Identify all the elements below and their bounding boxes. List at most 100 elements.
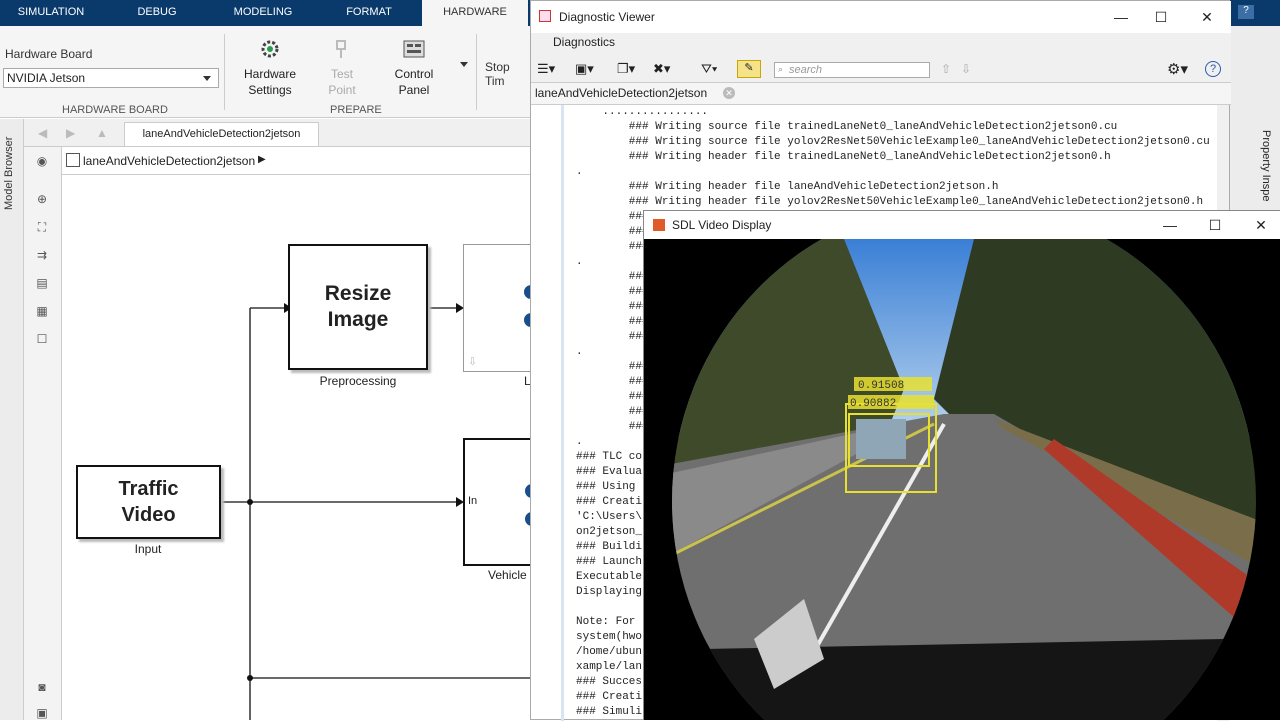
maximize-icon[interactable]: ☐: [1151, 1, 1171, 33]
traffic-block-label-1: Traffic: [118, 478, 179, 500]
maximize-icon[interactable]: ☐: [1205, 211, 1225, 239]
sdl-title: SDL Video Display: [672, 218, 772, 232]
hardware-board-group-label: HARDWARE BOARD: [62, 104, 168, 116]
video-frame: 0.91508 0.90882: [644, 239, 1280, 720]
search-icon: ⌕: [778, 64, 784, 74]
tab-diagnostics[interactable]: Diagnostics: [553, 35, 615, 49]
search-input[interactable]: search: [774, 62, 930, 78]
document-tab-label: laneAndVehicleDetection2jetson: [535, 86, 708, 100]
ribbon: Hardware Board NVIDIA Jetson HARDWARE BO…: [0, 26, 530, 118]
annotation-icon[interactable]: ▤: [34, 275, 50, 291]
sdl-video-window: SDL Video Display — ☐ ✕ 0.91508 0.90882: [643, 210, 1280, 720]
tab-simulation[interactable]: SIMULATION: [0, 0, 102, 26]
test-point-icon: [336, 40, 346, 58]
test-point-button[interactable]: Test Point: [312, 38, 372, 98]
resize-block-label-1: Resize: [324, 282, 392, 305]
tab-format[interactable]: FORMAT: [316, 0, 422, 26]
chevron-down-icon: [203, 76, 211, 81]
minimize-icon[interactable]: —: [1111, 1, 1131, 33]
test-point-label-2: Point: [328, 83, 356, 97]
breadcrumb-label: laneAndVehicleDetection2jetson: [83, 154, 256, 168]
hide-show-icon[interactable]: ◉: [34, 153, 50, 169]
tab-modeling[interactable]: MODELING: [210, 0, 316, 26]
signal-arrow-icon[interactable]: ⇉: [34, 247, 50, 263]
stop-time-label: Stop Tim: [485, 60, 510, 88]
detection-score-2: 0.90882: [850, 398, 896, 410]
copy-icon[interactable]: ❐▾: [617, 61, 635, 77]
traffic-block-label-2: Video: [121, 504, 176, 526]
diagnostic-title-bar: Diagnostic Viewer — ☐ ✕: [531, 1, 1231, 33]
model-tab[interactable]: laneAndVehicleDetection2jetson: [124, 122, 319, 146]
highlight-icon[interactable]: ✎: [737, 60, 761, 78]
input-caption: Input: [134, 542, 162, 556]
vehicle-in-port: In: [468, 495, 478, 507]
area-icon[interactable]: ☐: [34, 331, 50, 347]
previous-icon[interactable]: ⇧: [941, 62, 951, 76]
control-panel-label-1: Control: [394, 67, 434, 81]
sdl-title-bar: SDL Video Display — ☐ ✕: [644, 211, 1280, 239]
tab-debug[interactable]: DEBUG: [104, 0, 210, 26]
image-icon[interactable]: ▦: [34, 303, 50, 319]
hardware-settings-button[interactable]: Hardware Settings: [236, 38, 304, 98]
vehicle-block-caption: Vehicle: [488, 568, 527, 582]
prepare-group-label: PREPARE: [330, 104, 382, 116]
control-panel-label-2: Panel: [398, 83, 430, 97]
gear-icon: [261, 40, 279, 58]
filter-icon[interactable]: ⛛▾: [701, 61, 717, 77]
hardware-board-value: NVIDIA Jetson: [7, 71, 86, 85]
tool-palette: ◉ ⊕ ⛶ ⇉ ▤ ▦ ☐ ◙ ▣: [24, 147, 62, 720]
hardware-settings-label-2: Settings: [248, 83, 292, 97]
divider: [476, 34, 477, 110]
close-icon[interactable]: ✕: [1197, 1, 1217, 33]
zoom-icon[interactable]: ⊕: [34, 191, 50, 207]
down-arrow-icon: ⇩: [468, 356, 478, 368]
hardware-board-select[interactable]: NVIDIA Jetson: [3, 68, 219, 88]
close-tab-icon[interactable]: ✕: [723, 87, 735, 99]
forward-arrow-icon[interactable]: ▶: [66, 126, 75, 140]
minimize-icon[interactable]: —: [1160, 211, 1180, 239]
control-panel-button[interactable]: Control Panel: [382, 38, 446, 98]
diagnostic-title: Diagnostic Viewer: [559, 10, 655, 24]
model-navbar: ◀ ▶ ▲ laneAndVehicleDetection2jetson: [24, 119, 530, 147]
sdl-app-icon: [653, 219, 665, 231]
chevron-right-icon[interactable]: ▶: [258, 154, 266, 165]
model-browser-toggle[interactable]: Model Browser: [3, 130, 21, 210]
hardware-settings-label-1: Hardware: [243, 67, 297, 81]
diagnostic-tabbar: Diagnostics: [531, 33, 1231, 55]
expand-list-icon[interactable]: ☰▾: [537, 61, 555, 77]
help-icon[interactable]: ?: [1238, 5, 1254, 19]
tab-hardware[interactable]: HARDWARE: [422, 0, 528, 26]
hardware-board-label: Hardware Board: [5, 47, 93, 61]
property-inspector-strip: ? Property Inspe: [1230, 0, 1280, 210]
model-canvas[interactable]: Resize Image Preprocessing Traffic Video I…: [62, 176, 530, 720]
lane-detection-block[interactable]: ⇩: [463, 244, 530, 372]
help-icon[interactable]: ?: [1205, 61, 1221, 77]
property-inspector-toggle[interactable]: Property Inspe: [1256, 130, 1272, 210]
up-arrow-icon[interactable]: ▲: [96, 126, 108, 140]
diagnostic-document-tab[interactable]: laneAndVehicleDetection2jetson ✕: [531, 83, 1231, 105]
control-panel-icon: [403, 40, 425, 58]
divider: [224, 34, 225, 110]
camera-icon[interactable]: ◙: [34, 679, 50, 695]
save-icon[interactable]: ▣▾: [575, 61, 594, 77]
traffic-video-block[interactable]: Traffic Video: [76, 465, 221, 539]
resize-image-block[interactable]: Resize Image: [288, 244, 428, 370]
back-arrow-icon[interactable]: ◀: [38, 126, 47, 140]
breadcrumb[interactable]: laneAndVehicleDetection2jetson ▶: [62, 147, 530, 175]
detection-score-1: 0.91508: [858, 380, 904, 392]
test-point-label-1: Test: [330, 67, 353, 81]
diagnostic-app-icon: [539, 10, 551, 22]
clear-icon[interactable]: ✖▾: [653, 61, 670, 77]
next-icon[interactable]: ⇩: [961, 62, 971, 76]
explorer-bar-icon[interactable]: ▣: [34, 705, 50, 721]
fit-view-icon[interactable]: ⛶: [34, 219, 50, 235]
preprocessing-caption: Preprocessing: [319, 374, 397, 388]
diagnostic-toolbar: ☰▾ ▣▾ ❐▾ ✖▾ ⛛▾ ✎ search ⌕ ⇧ ⇩ ⚙▾ ?: [531, 55, 1231, 83]
vehicle-detection-block[interactable]: In: [463, 438, 530, 566]
close-icon[interactable]: ✕: [1251, 211, 1271, 239]
ribbon-tabbar: SIMULATION DEBUG MODELING FORMAT HARDWAR…: [0, 0, 530, 26]
settings-gear-icon[interactable]: ⚙▾: [1167, 60, 1188, 78]
prepare-gallery-dropdown[interactable]: [460, 62, 468, 67]
resize-block-label-2: Image: [327, 308, 389, 331]
model-icon: [66, 153, 80, 167]
